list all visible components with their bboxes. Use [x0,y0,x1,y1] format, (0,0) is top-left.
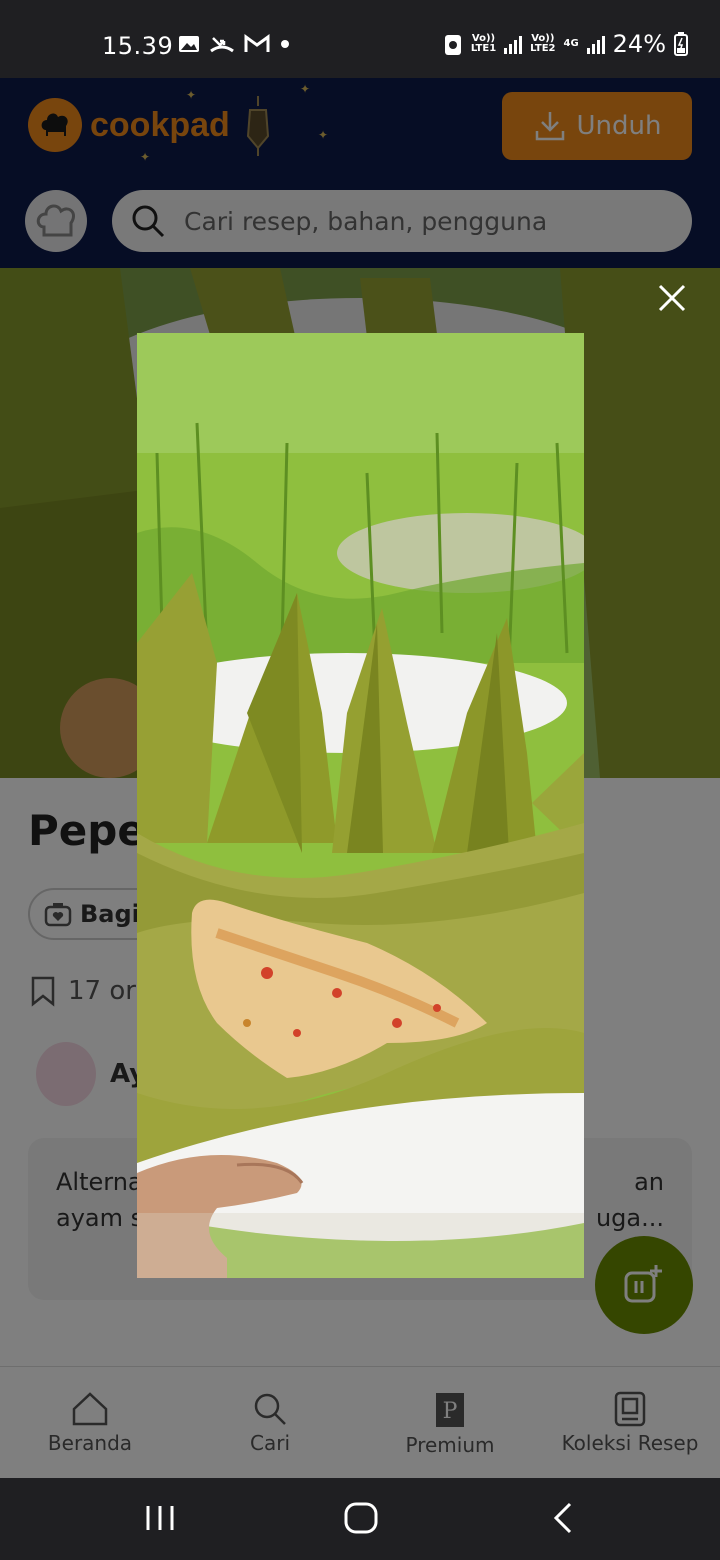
network-type: 4G [563,38,579,49]
sim2-label: Vo)) LTE2 [530,33,556,54]
gallery-icon [179,36,199,52]
battery-percent: 24% [612,30,666,58]
missed-call-icon [210,37,234,53]
signal-icon [504,34,523,54]
data-saver-icon [444,35,461,55]
home-button-icon[interactable] [342,1498,380,1538]
notification-icons [178,34,290,54]
sim1-label: Vo)) LTE1 [470,33,497,54]
status-bar: 15.39 Vo)) LTE1 Vo)) LTE2 4G 24% [0,0,720,78]
close-icon[interactable] [656,282,688,314]
recent-apps-icon[interactable] [144,1498,176,1538]
back-icon[interactable] [548,1498,578,1538]
status-right: Vo)) LTE1 Vo)) LTE2 4G 24% [443,30,688,58]
enlarged-recipe-photo[interactable] [137,333,584,1278]
system-navigation-bar [0,1478,720,1560]
signal-icon [586,34,605,54]
dot-icon [281,40,289,48]
status-time: 15.39 [102,32,174,60]
gmail-icon [244,34,270,52]
battery-charging-icon [674,32,688,56]
